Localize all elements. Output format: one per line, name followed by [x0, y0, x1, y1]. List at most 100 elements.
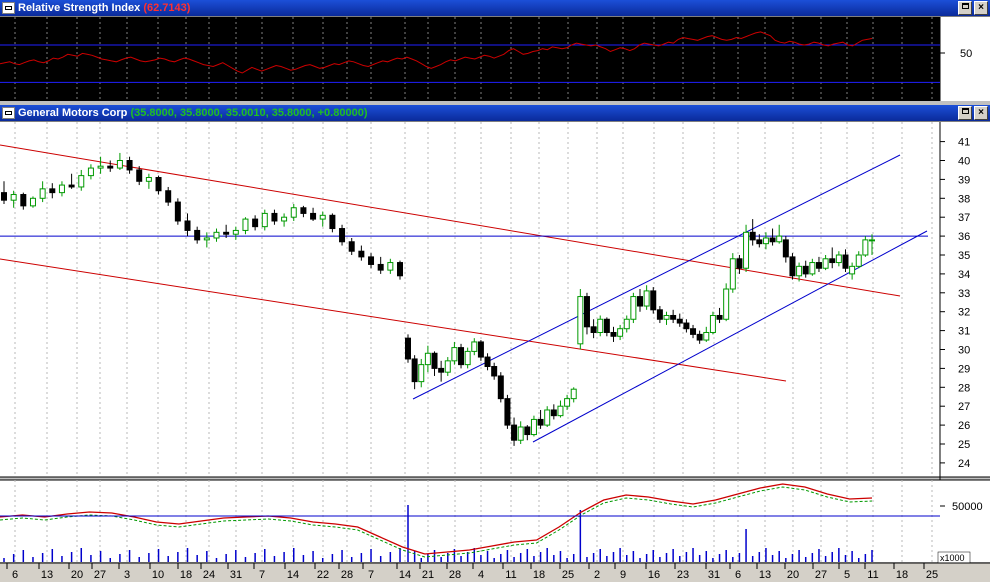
price-axis-label: 31 — [958, 326, 970, 338]
candle-body — [348, 241, 355, 252]
date-axis-label: 10 — [152, 569, 164, 581]
window-menu-icon[interactable] — [2, 2, 15, 14]
price-axis-label: 40 — [958, 156, 970, 168]
price-values: (35.8000, 35.8000, 35.0010, 35.8000, +0.… — [130, 107, 368, 119]
candle-body — [610, 331, 617, 337]
candle-body — [835, 254, 842, 264]
restore-icon — [961, 108, 969, 115]
rsi-restore-button[interactable] — [958, 1, 972, 15]
candle-body — [557, 405, 564, 417]
date-axis-label: 25 — [562, 569, 574, 581]
candle-body — [310, 212, 317, 220]
candle-body — [387, 262, 394, 271]
candle-body — [729, 258, 736, 290]
candle-body — [855, 254, 862, 267]
volume-axis-area — [940, 480, 990, 562]
price-close-button[interactable]: × — [974, 106, 988, 120]
candle-body — [497, 375, 504, 400]
candle-body — [107, 165, 114, 169]
date-axis-label: 6 — [12, 569, 18, 581]
price-title: General Motors Corp — [18, 107, 128, 119]
date-axis-label: 14 — [287, 569, 299, 581]
date-axis-label: 27 — [815, 569, 827, 581]
candle-body — [570, 388, 577, 400]
candle-body — [431, 352, 438, 369]
rsi-plot-area — [0, 17, 940, 101]
candle-body — [203, 237, 210, 241]
candle-body — [20, 194, 27, 207]
candle-body — [709, 314, 716, 333]
candle-body — [471, 341, 478, 352]
price-axis-label: 34 — [958, 269, 970, 281]
candle-body — [252, 218, 259, 228]
rsi-pane[interactable]: 50 — [0, 17, 990, 101]
price-axis-label: 38 — [958, 193, 970, 205]
candle-body — [165, 190, 172, 203]
price-window-titlebar[interactable]: General Motors Corp (35.8000, 35.8000, 3… — [0, 105, 990, 122]
candle-body — [232, 229, 239, 235]
candle-body — [696, 333, 703, 341]
candle-body — [213, 231, 220, 239]
candle-body — [339, 228, 346, 243]
restore-icon — [961, 3, 969, 10]
candle-body — [603, 318, 610, 333]
candle-body — [762, 237, 769, 245]
date-axis-label: 31 — [708, 569, 720, 581]
date-axis-label: 3 — [124, 569, 130, 581]
candle-body — [411, 358, 418, 383]
price-axis-label: 33 — [958, 288, 970, 300]
candle-body — [491, 366, 498, 377]
price-axis-label: 30 — [958, 345, 970, 357]
candle-body — [782, 239, 789, 258]
candle-body — [405, 337, 411, 360]
candle-body — [87, 167, 94, 177]
date-axis-label: 2 — [594, 569, 600, 581]
price-axis-label: 37 — [958, 212, 970, 224]
candle-body — [643, 290, 650, 307]
candle-body — [756, 239, 763, 245]
price-restore-button[interactable] — [958, 106, 972, 120]
date-axis-label: 7 — [368, 569, 374, 581]
candle-body — [802, 265, 809, 275]
candle-body — [504, 398, 511, 426]
date-axis-bar — [0, 563, 990, 582]
candle-body — [544, 409, 551, 426]
volume-axis-label: 50000 — [952, 501, 983, 513]
price-axis-label: 25 — [958, 439, 970, 451]
date-axis-label: 18 — [533, 569, 545, 581]
candle-body — [271, 212, 278, 222]
date-axis-label: 20 — [787, 569, 799, 581]
candle-body — [597, 318, 604, 333]
candle-body — [683, 322, 690, 330]
candle-body — [623, 318, 630, 330]
candle-body — [577, 296, 584, 345]
candle-body — [663, 314, 670, 320]
date-axis-label: 14 — [399, 569, 411, 581]
candle-body — [849, 265, 856, 275]
candle-body — [789, 256, 796, 277]
rsi-axis-label: 50 — [960, 48, 972, 60]
date-axis-label: 27 — [94, 569, 106, 581]
date-axis-label: 28 — [341, 569, 353, 581]
candle-body — [550, 409, 557, 417]
candle-body — [769, 237, 776, 243]
candle-body — [329, 214, 336, 230]
rsi-close-button[interactable]: × — [974, 1, 988, 15]
candle-body — [261, 212, 268, 228]
candle-body — [796, 265, 803, 277]
candle-body — [464, 350, 471, 366]
rsi-window-titlebar[interactable]: Relative Strength Index (62.7143) × — [0, 0, 990, 17]
window-menu-icon[interactable] — [2, 107, 15, 119]
price-axis-label: 26 — [958, 420, 970, 432]
candle-body — [776, 235, 783, 243]
rsi-value: (62.7143) — [143, 2, 191, 14]
date-axis-label: 28 — [449, 569, 461, 581]
candle-body — [630, 296, 637, 320]
date-axis-label: 21 — [422, 569, 434, 581]
candle-body — [690, 328, 697, 335]
date-axis-label: 11 — [505, 569, 516, 581]
price-pane[interactable]: 414039383736353433323130292827262524 500… — [0, 122, 990, 582]
candle-body — [368, 256, 375, 265]
candle-body — [842, 254, 849, 269]
candle-body — [809, 262, 816, 275]
